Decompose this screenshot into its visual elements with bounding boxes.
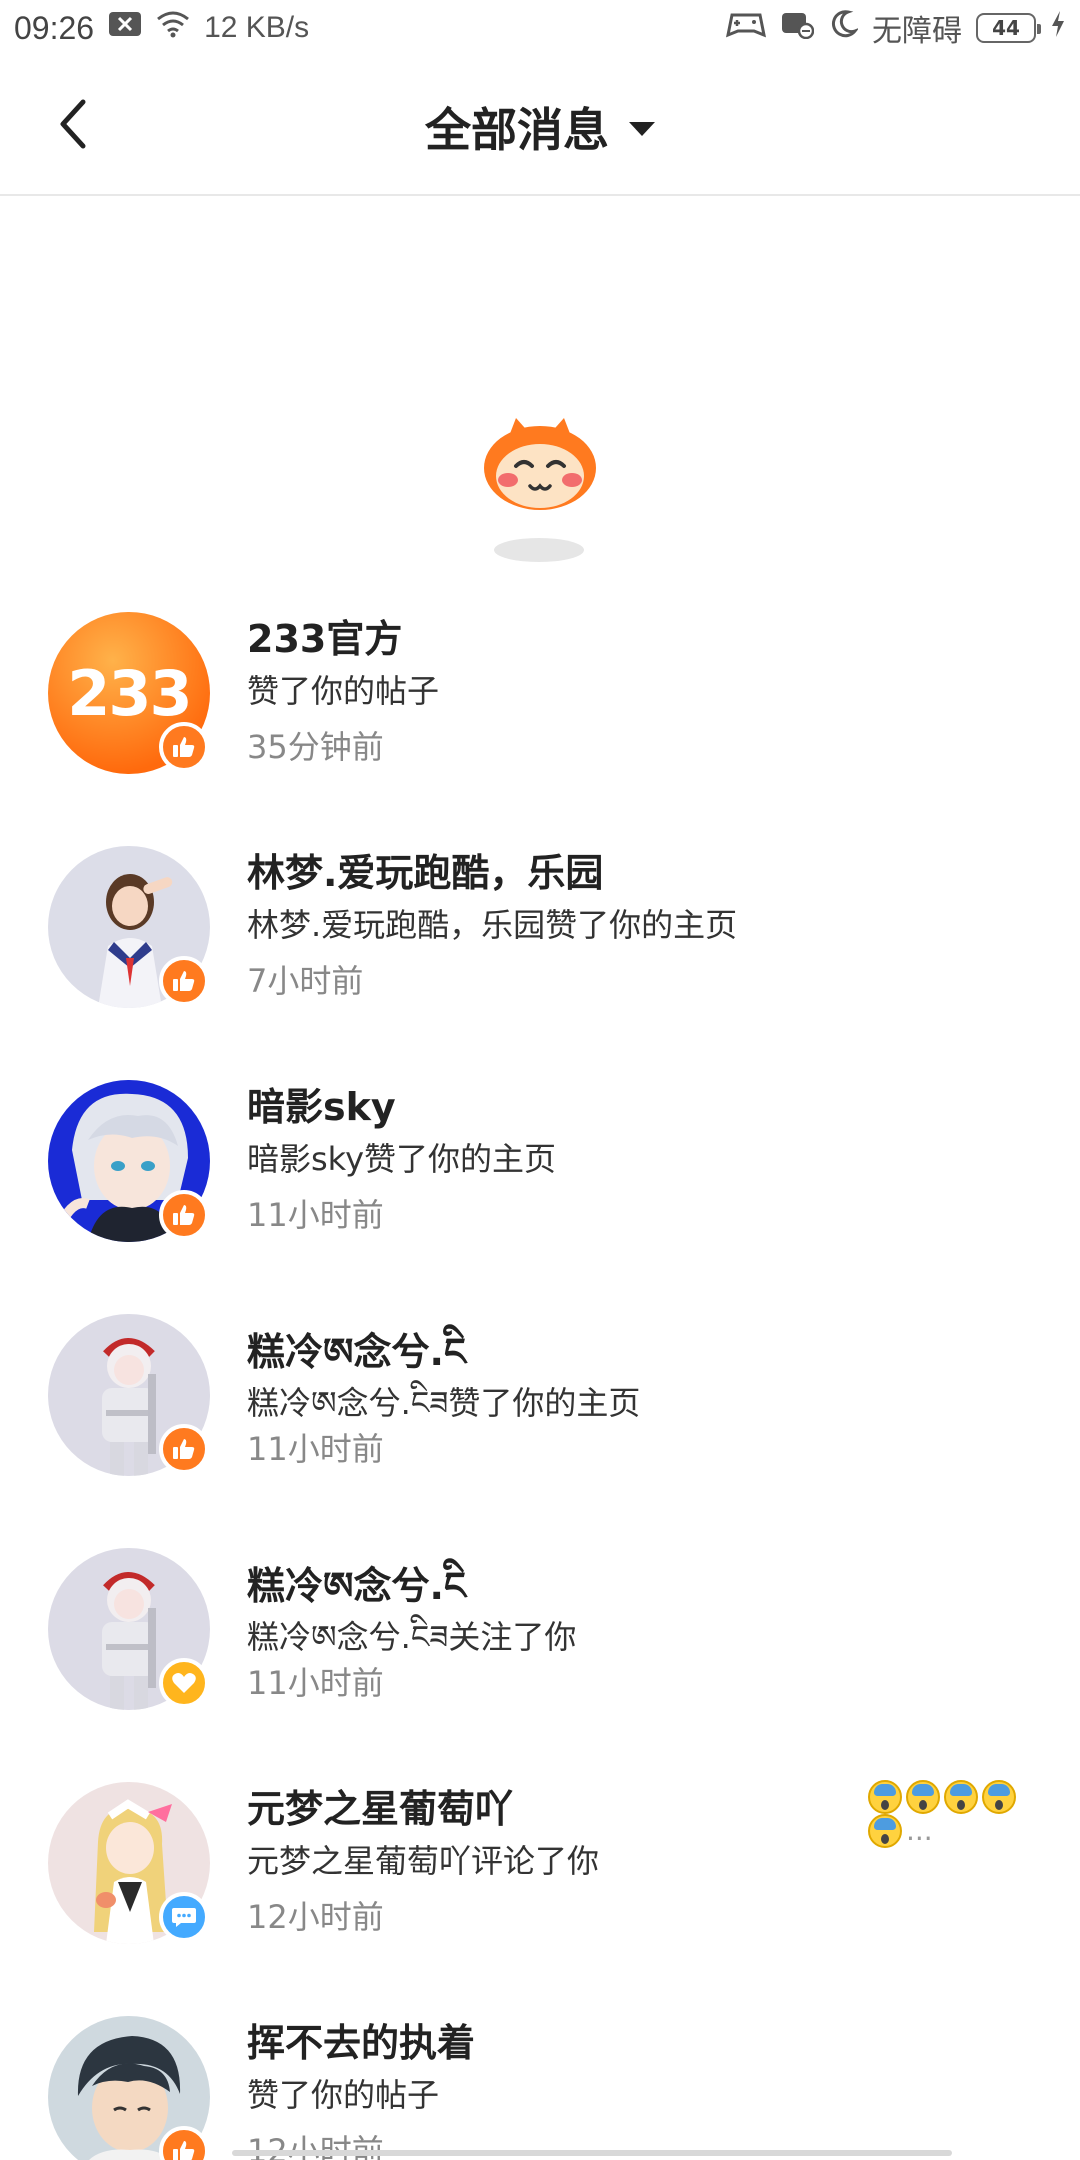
message-text: 暗影sky赞了你的主页: [247, 1140, 557, 1178]
like-icon: [173, 2141, 195, 2160]
message-time: 12小时前: [247, 1898, 384, 1936]
message-time: 35分钟前: [247, 728, 384, 766]
scroll-indicator[interactable]: [232, 2150, 952, 2156]
like-badge: [159, 722, 209, 772]
comment-preview[interactable]: ...: [868, 1780, 1028, 1848]
message-time: 11小时前: [247, 1196, 384, 1234]
network-speed: 12 KB/s: [204, 11, 310, 44]
like-badge: [159, 956, 209, 1006]
message-item[interactable]: 挥不去的执着 赞了你的帖子 12小时前: [0, 2012, 1080, 2160]
preview-ellipsis: ...: [906, 1814, 933, 1847]
message-item[interactable]: 林梦.爱玩跑酷，乐园 林梦.爱玩跑酷，乐园赞了你的主页 7小时前: [0, 842, 1080, 1076]
screaming-emoji-icon: [868, 1780, 902, 1814]
like-badge: [159, 1424, 209, 1474]
mascot-shadow: [494, 538, 584, 562]
sender-name: 林梦.爱玩跑酷，乐园: [247, 851, 604, 895]
like-icon: [173, 1439, 195, 1459]
gamepad-icon: [725, 9, 767, 47]
message-list: 233 233官方 赞了你的帖子 35分钟前 林梦.爱玩跑酷，乐园 林梦.爱玩跑…: [0, 608, 1080, 2160]
heart-icon: [172, 1673, 196, 1693]
accessibility-label: 无障碍: [872, 14, 962, 49]
charging-icon: [1050, 10, 1066, 46]
message-text: 赞了你的帖子: [247, 2076, 440, 2114]
dropdown-caret-icon: [629, 122, 655, 136]
avatar-logo-text: 233: [67, 656, 192, 730]
message-item[interactable]: 暗影sky 暗影sky赞了你的主页 11小时前: [0, 1076, 1080, 1310]
status-bar: 09:26 12 KB/s 无障碍 44: [0, 0, 1080, 56]
sender-name: 暗影sky: [247, 1085, 396, 1129]
status-time: 09:26: [14, 9, 95, 46]
sender-name: 元梦之星葡萄吖: [247, 1787, 514, 1831]
moon-icon: [828, 9, 860, 47]
mascot-icon: [478, 414, 602, 514]
like-badge: [159, 1190, 209, 1240]
sender-name: 233官方: [247, 617, 403, 661]
sender-name: 挥不去的执着: [247, 2021, 476, 2065]
screaming-emoji-icon: [906, 1780, 940, 1814]
message-item[interactable]: 糕冷ཨ念兮.ངི 糕冷ཨ念兮.ངིཟ关注了你 11小时前: [0, 1544, 1080, 1778]
wifi-icon: [156, 10, 190, 46]
header: 全部消息: [0, 56, 1080, 196]
screaming-emoji-icon: [944, 1780, 978, 1814]
game-mode-icon: [780, 9, 815, 47]
message-item[interactable]: 糕冷ཨ念兮.ངི 糕冷ཨ念兮.ངིཟ赞了你的主页 11小时前: [0, 1310, 1080, 1544]
like-icon: [173, 737, 195, 757]
message-time: 7小时前: [247, 962, 364, 1000]
message-time: 11小时前: [247, 1430, 384, 1468]
fearful-emoji-icon: [982, 1780, 1016, 1814]
notification-close-icon: [108, 9, 142, 47]
comment-badge: [159, 1892, 209, 1942]
message-item[interactable]: 元梦之星葡萄吖 元梦之星葡萄吖评论了你 12小时前 ...: [0, 1778, 1080, 2012]
follow-badge: [159, 1658, 209, 1708]
fearful-emoji-icon: [868, 1814, 902, 1848]
message-time: 11小时前: [247, 1664, 384, 1702]
message-text: 赞了你的帖子: [247, 672, 440, 710]
like-icon: [173, 1205, 195, 1225]
like-icon: [173, 971, 195, 991]
message-text: 林梦.爱玩跑酷，乐园赞了你的主页: [247, 906, 738, 944]
comment-icon: [172, 1908, 196, 1927]
battery-indicator: 44: [976, 13, 1041, 43]
message-filter-dropdown[interactable]: 全部消息: [0, 94, 1080, 160]
message-text: 元梦之星葡萄吖评论了你: [247, 1842, 600, 1880]
message-item[interactable]: 233 233官方 赞了你的帖子 35分钟前: [0, 608, 1080, 842]
page-title: 全部消息: [425, 103, 609, 157]
